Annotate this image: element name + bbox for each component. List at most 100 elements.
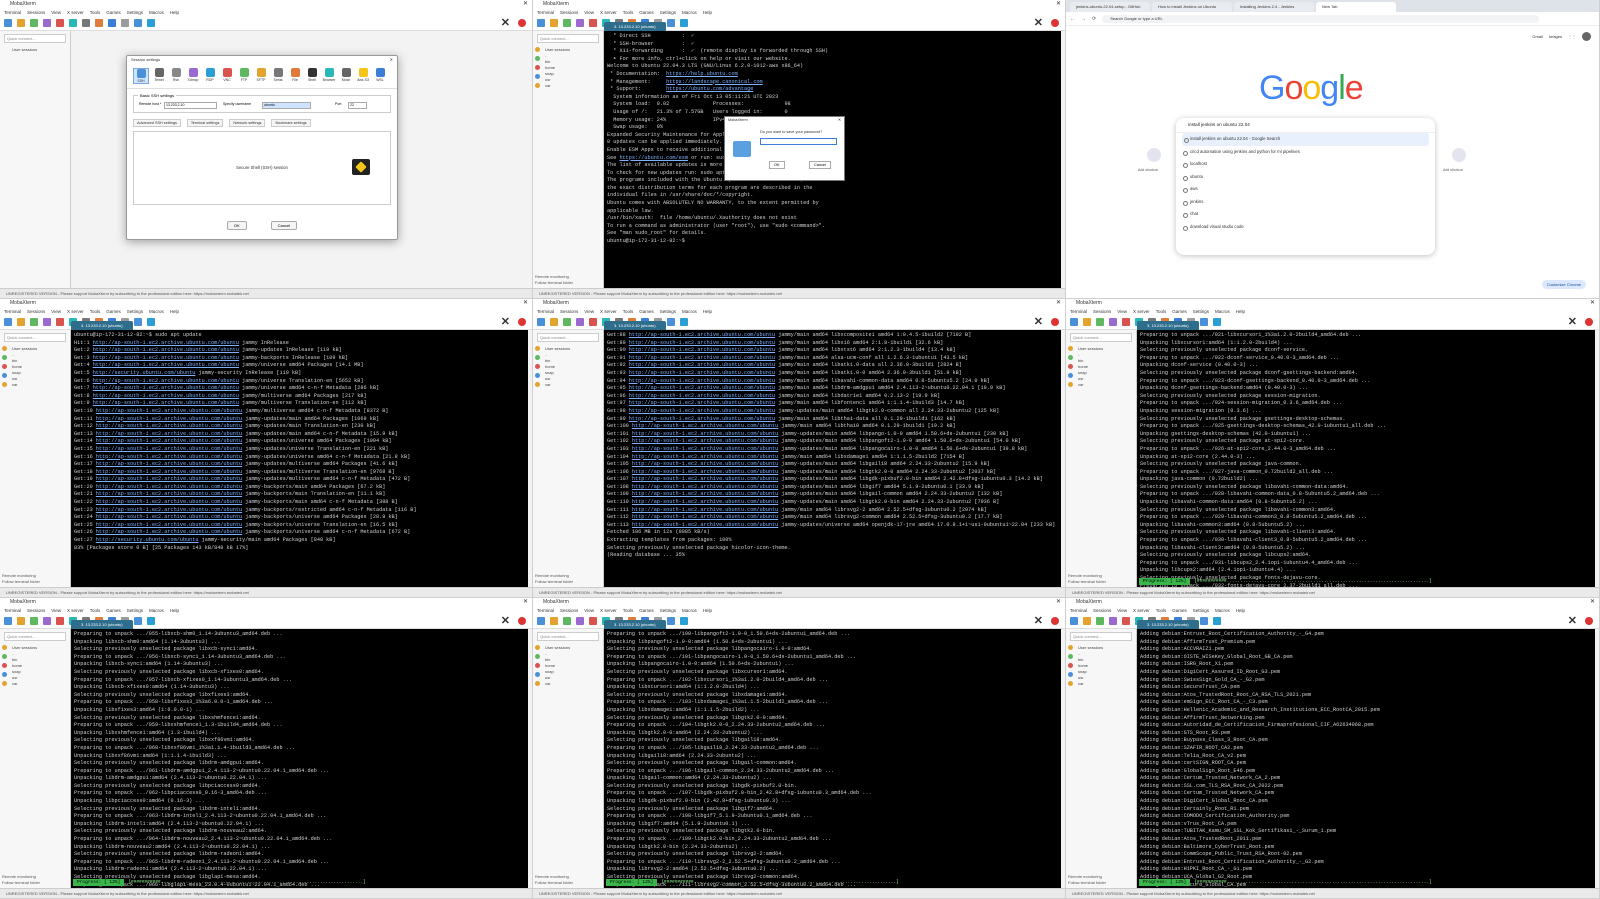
apps-icon[interactable]: ⋮⋮ xyxy=(1568,34,1576,39)
tools-icon[interactable] xyxy=(563,318,571,326)
menu-item[interactable]: Settings xyxy=(660,608,676,613)
servers-icon[interactable] xyxy=(17,617,25,625)
x-server-icon[interactable]: ✕ xyxy=(501,18,510,29)
menu-item[interactable]: Sessions xyxy=(1093,608,1111,613)
sidebar-tool-icon[interactable] xyxy=(2,346,7,351)
sidebar-tool-icon[interactable] xyxy=(535,373,540,378)
session-type-telnet[interactable]: Telnet xyxy=(152,68,166,84)
sidebar-tool-icon[interactable] xyxy=(1068,355,1073,360)
menu-item[interactable]: Help xyxy=(703,608,712,613)
session-type-serial[interactable]: Serial xyxy=(271,68,285,84)
menu-item[interactable]: Macros xyxy=(682,608,697,613)
sessions-icon[interactable] xyxy=(56,617,64,625)
tools-icon[interactable] xyxy=(1096,617,1104,625)
session-type-xdmcp[interactable]: Xdmcp xyxy=(186,68,200,84)
sidebar-tool-icon[interactable] xyxy=(2,681,7,686)
customize-chrome-button[interactable]: Customize Chrome xyxy=(1541,280,1586,289)
close-icon[interactable]: ✕ xyxy=(390,56,393,64)
menu-item[interactable]: Games xyxy=(639,608,654,613)
menu-item[interactable]: Games xyxy=(106,608,121,613)
sessions-icon[interactable] xyxy=(1122,617,1130,625)
tree-item[interactable]: var xyxy=(545,83,570,89)
tree-item[interactable]: var xyxy=(1078,681,1103,687)
menu-item[interactable]: Games xyxy=(1172,608,1187,613)
exit-icon[interactable] xyxy=(1585,318,1593,326)
ok-button[interactable]: OK xyxy=(226,221,247,230)
help-icon[interactable] xyxy=(680,617,688,625)
help-icon[interactable] xyxy=(1213,617,1221,625)
session-icon[interactable] xyxy=(4,19,12,27)
sidebar-tool-icon[interactable] xyxy=(535,382,540,387)
menu-item[interactable]: X server xyxy=(600,10,617,15)
x-server-icon[interactable]: ✕ xyxy=(1568,317,1577,328)
sidebar-tool-icon[interactable] xyxy=(535,65,540,70)
help-icon[interactable] xyxy=(147,318,155,326)
multiexec-icon[interactable] xyxy=(95,19,103,27)
tools-icon[interactable] xyxy=(30,19,38,27)
sidebar-tool-icon[interactable] xyxy=(535,83,540,88)
menu-item[interactable]: Terminal xyxy=(537,10,554,15)
tree-item[interactable]: User sessions xyxy=(1078,346,1103,352)
sidebar-tool-icon[interactable] xyxy=(1068,364,1073,369)
x-server-icon[interactable]: ✕ xyxy=(1034,616,1043,627)
session-icon[interactable] xyxy=(537,19,545,27)
terminal[interactable]: Preparing to unpack .../100-libpangoft2-… xyxy=(604,629,1061,888)
menu-item[interactable]: Settings xyxy=(660,10,676,15)
menu-item[interactable]: Sessions xyxy=(560,608,578,613)
sidebar-tool-icon[interactable] xyxy=(2,663,7,668)
settings-icon[interactable] xyxy=(1200,617,1208,625)
tools-icon[interactable] xyxy=(30,318,38,326)
tunneling-icon[interactable] xyxy=(108,19,116,27)
session-type-ssh[interactable]: SSH xyxy=(133,68,149,84)
menu-item[interactable]: View xyxy=(1117,309,1127,314)
sidebar-tool-icon[interactable] xyxy=(535,654,540,659)
games-icon[interactable] xyxy=(576,617,584,625)
menu-item[interactable]: Games xyxy=(639,309,654,314)
help-icon[interactable] xyxy=(680,318,688,326)
servers-icon[interactable] xyxy=(550,19,558,27)
menu-item[interactable]: Help xyxy=(1236,608,1245,613)
servers-icon[interactable] xyxy=(17,318,25,326)
sidebar-tool-icon[interactable] xyxy=(2,355,7,360)
shortcut-icon[interactable] xyxy=(1147,148,1161,162)
menu-item[interactable]: Games xyxy=(106,10,121,15)
sidebar-tool-icon[interactable] xyxy=(535,672,540,677)
search-suggestion[interactable]: ci/cd automation using jenkins and pytho… xyxy=(1176,146,1435,159)
games-icon[interactable] xyxy=(43,617,51,625)
exit-icon[interactable] xyxy=(518,19,526,27)
sidebar-footer-item[interactable]: Follow terminal folder xyxy=(535,280,573,286)
session-icon[interactable] xyxy=(1070,318,1078,326)
settings-tab[interactable]: Bookmark settings xyxy=(271,119,311,127)
exit-icon[interactable] xyxy=(1051,19,1059,27)
sidebar-tool-icon[interactable] xyxy=(535,663,540,668)
sidebar-tool-icon[interactable] xyxy=(535,364,540,369)
tools-icon[interactable] xyxy=(30,617,38,625)
packages-icon[interactable] xyxy=(121,19,129,27)
close-icon[interactable]: ✕ xyxy=(523,598,528,607)
games-icon[interactable] xyxy=(43,19,51,27)
settings-icon[interactable] xyxy=(667,318,675,326)
menu-item[interactable]: View xyxy=(584,309,594,314)
session-type-vnc[interactable]: VNC xyxy=(220,68,234,84)
sidebar-footer-item[interactable]: Follow terminal folder xyxy=(2,880,40,886)
tools-icon[interactable] xyxy=(563,617,571,625)
help-icon[interactable] xyxy=(1213,318,1221,326)
session-icon[interactable] xyxy=(4,318,12,326)
sidebar-tool-icon[interactable] xyxy=(535,74,540,79)
add-shortcut-icon[interactable] xyxy=(1452,148,1466,162)
sidebar-footer-item[interactable]: Follow terminal folder xyxy=(535,880,573,886)
avatar[interactable] xyxy=(1582,32,1591,41)
sidebar-tool-icon[interactable] xyxy=(1068,346,1073,351)
tools-icon[interactable] xyxy=(563,19,571,27)
settings-icon[interactable] xyxy=(134,617,142,625)
quick-connect-input[interactable]: Quick connect... xyxy=(4,34,66,43)
sidebar-footer-item[interactable]: Follow terminal folder xyxy=(1068,880,1106,886)
settings-icon[interactable] xyxy=(1200,318,1208,326)
menu-item[interactable]: Terminal xyxy=(4,10,21,15)
settings-tab[interactable]: Network settings xyxy=(229,119,266,127)
terminal[interactable]: Adding debian:Entrust_Root_Certification… xyxy=(1137,629,1595,888)
close-icon[interactable]: ✕ xyxy=(1056,0,1061,9)
menu-item[interactable]: Macros xyxy=(1215,608,1230,613)
sessions-icon[interactable] xyxy=(1122,318,1130,326)
terminal[interactable]: Preparing to unpack .../021-libxcursor1_… xyxy=(1137,330,1595,587)
